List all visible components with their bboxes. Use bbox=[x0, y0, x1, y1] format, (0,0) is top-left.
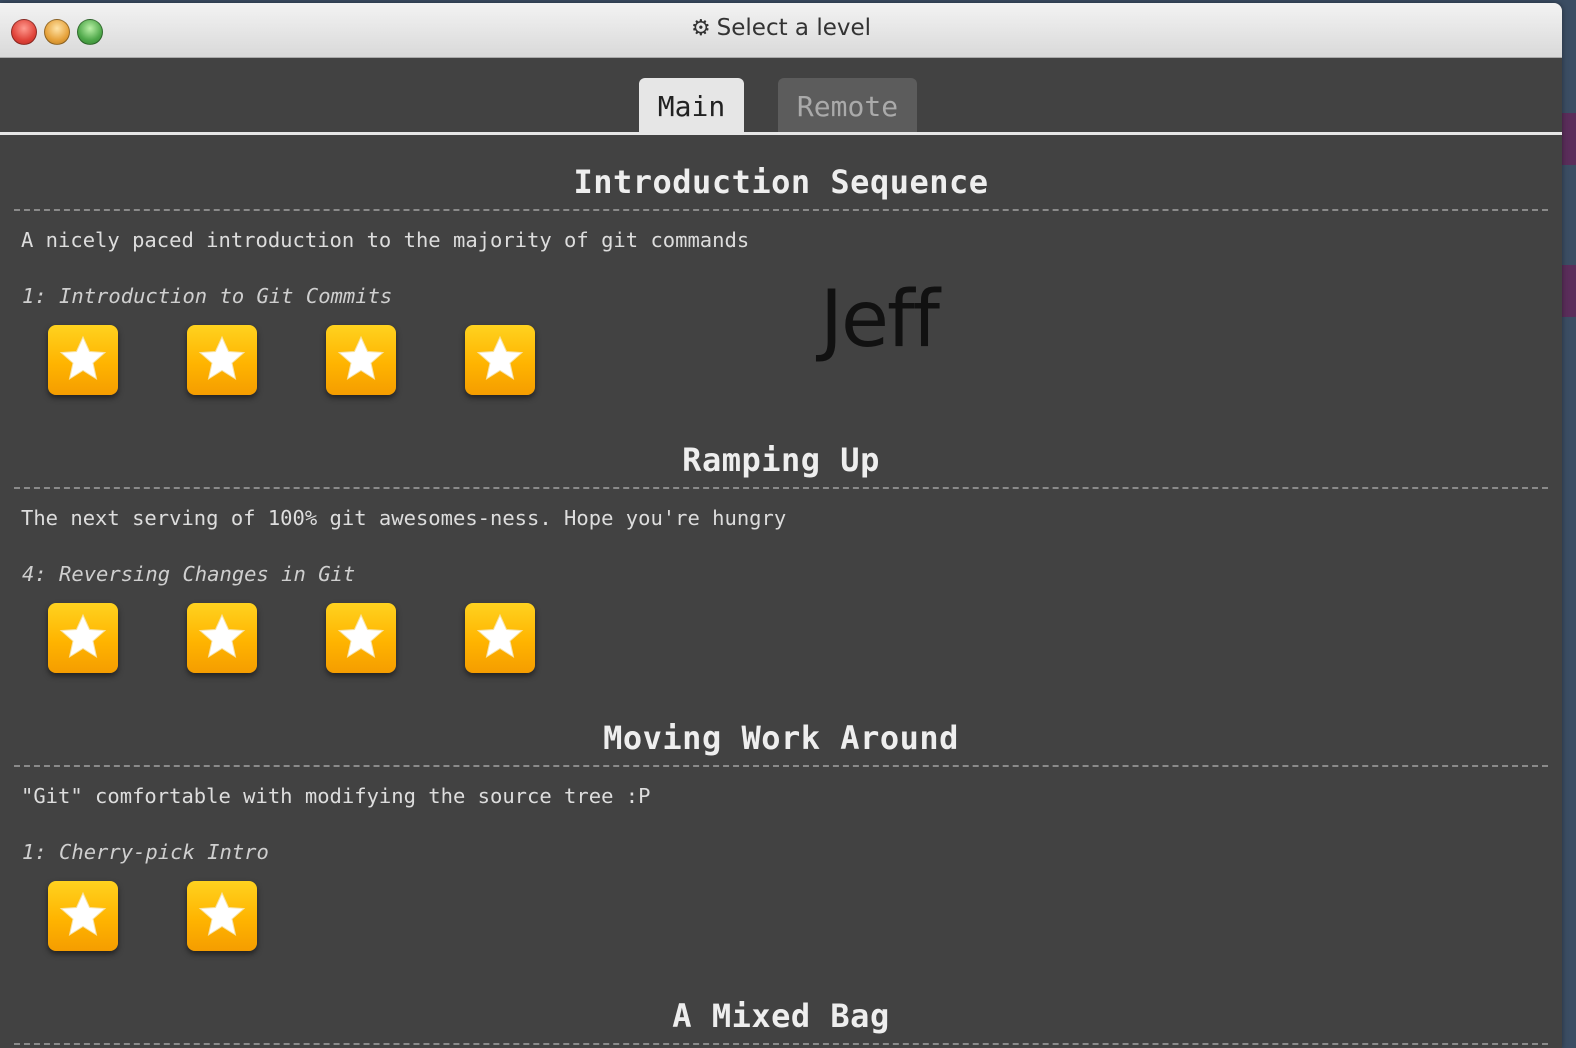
section-title: Ramping Up bbox=[682, 441, 880, 479]
section-moving-work-around: Moving Work Around "Git" comfortable wit… bbox=[0, 711, 1562, 971]
level-label: 1: Cherry-pick Intro bbox=[22, 840, 269, 864]
gear-icon: ⚙ bbox=[690, 16, 711, 41]
tab-bar: Main Remote bbox=[0, 78, 1562, 134]
level-label: 1: Introduction to Git Commits bbox=[22, 284, 393, 308]
section-description: A nicely paced introduction to the major… bbox=[21, 228, 750, 252]
level-star-button[interactable] bbox=[465, 325, 535, 395]
section-a-mixed-bag: A Mixed Bag bbox=[0, 989, 1562, 1045]
level-label: 4: Reversing Changes in Git bbox=[22, 562, 356, 586]
title-bar[interactable]: ⚙ Select a level bbox=[0, 3, 1562, 58]
level-star-button[interactable] bbox=[465, 603, 535, 673]
section-ramping-up: Ramping Up The next serving of 100% git … bbox=[0, 433, 1562, 693]
section-divider bbox=[14, 487, 1548, 489]
level-star-button[interactable] bbox=[187, 881, 257, 951]
section-title: A Mixed Bag bbox=[672, 997, 890, 1035]
level-star-button[interactable] bbox=[48, 881, 118, 951]
window-title-text: Select a level bbox=[716, 15, 872, 41]
section-introduction-sequence: Introduction Sequence A nicely paced int… bbox=[0, 155, 1562, 415]
section-divider bbox=[14, 765, 1548, 767]
tab-main[interactable]: Main bbox=[639, 78, 744, 132]
level-buttons bbox=[0, 603, 1562, 693]
section-description: "Git" comfortable with modifying the sou… bbox=[21, 784, 651, 808]
level-star-button[interactable] bbox=[48, 325, 118, 395]
section-title: Moving Work Around bbox=[603, 719, 959, 757]
level-star-button[interactable] bbox=[187, 603, 257, 673]
section-divider bbox=[14, 209, 1548, 211]
background-window-edge bbox=[1562, 113, 1576, 165]
level-star-button[interactable] bbox=[187, 325, 257, 395]
section-divider bbox=[14, 1043, 1548, 1045]
window-title: ⚙ Select a level bbox=[0, 15, 1562, 41]
level-star-button[interactable] bbox=[326, 325, 396, 395]
section-title: Introduction Sequence bbox=[573, 163, 989, 201]
level-select-window: ⚙ Select a level Main Remote Jeff Introdu… bbox=[0, 3, 1562, 1048]
level-buttons bbox=[0, 881, 1562, 971]
tab-remote[interactable]: Remote bbox=[778, 78, 917, 132]
background-window-edge bbox=[1562, 265, 1576, 317]
level-star-button[interactable] bbox=[326, 603, 396, 673]
level-list: Jeff Introduction Sequence A nicely pace… bbox=[0, 135, 1562, 1048]
level-buttons bbox=[0, 325, 1562, 415]
section-description: The next serving of 100% git awesomes-ne… bbox=[21, 506, 787, 530]
level-star-button[interactable] bbox=[48, 603, 118, 673]
